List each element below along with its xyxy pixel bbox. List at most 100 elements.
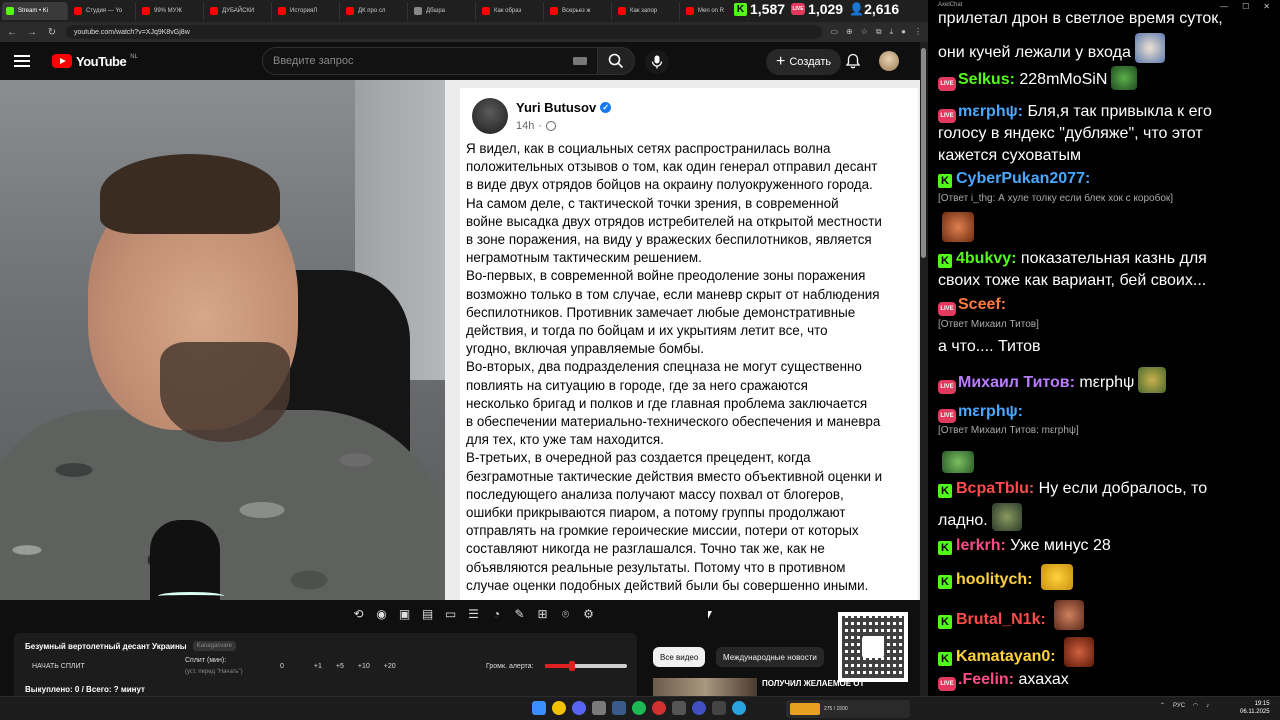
browser-tab[interactable]: ДУБАЙСКИ [206,2,272,20]
browser-tab[interactable]: Как образ [478,2,544,20]
chat-message: LIVE .Feelin: ахахах [938,669,1274,691]
chrome-icon[interactable] [552,701,566,715]
camera-icon[interactable]: ⌾ [557,606,574,623]
explorer-icon[interactable] [592,701,606,715]
step-button[interactable]: +10 [358,663,370,670]
youtube-logo[interactable]: YouTube NL [52,54,138,69]
step-button[interactable]: +20 [384,663,396,670]
chat-username[interactable]: Selkus: [958,71,1015,88]
folder-icon[interactable] [712,701,726,715]
search-button[interactable] [597,47,635,75]
reload-icon[interactable]: ↻ [46,27,58,38]
chat-username[interactable]: 4bukvy: [956,250,1016,267]
menu-dots-icon[interactable]: ⋮ [914,27,922,37]
wifi-icon[interactable]: ◠ [1193,702,1198,709]
panel-title-chip: Kanagasvare [192,641,236,651]
chat-username[interactable]: .Feelin: [958,671,1014,688]
speed-icon[interactable]: ◔ [488,606,505,623]
profile-icon[interactable]: ● [901,27,906,37]
download-icon[interactable]: ⤓ [890,27,894,37]
system-clock[interactable]: 19:15 06.11.2025 [1240,700,1270,716]
chat-emote-icon [991,503,1022,531]
streamer-hair [100,154,280,234]
bookmark-star-icon[interactable]: ☆ [861,27,868,37]
post-text-line: Во-первых, в современной войне преодолен… [466,268,866,284]
hamburger-menu-icon[interactable] [14,55,30,67]
alert-volume-slider[interactable] [545,661,627,671]
browser-tab[interactable]: Stream • Ki [2,2,68,20]
kick-viewers-stat: K 1,587 [734,1,785,17]
browser-tab[interactable]: ИсторияЛ [274,2,340,20]
extensions-icon[interactable]: ⧉ [876,27,882,37]
repeat-icon[interactable]: ⟲ [350,606,367,623]
browser-tab[interactable]: Студия — Yo [70,2,136,20]
screen-share-icon[interactable]: ▣ [396,606,413,623]
url-field[interactable]: youtube.com/watch?v=XJq9K8vGj8w [66,25,823,39]
kick-icon: K [734,2,747,16]
telegram-icon[interactable] [732,701,746,715]
settings-gear-icon[interactable]: ⚙ [580,606,597,623]
volume-icon[interactable]: ♪ [1206,703,1209,709]
browser-tab[interactable]: Всерьез ж [546,2,612,20]
zoom-icon[interactable]: ⊕ [846,27,853,37]
windows-taskbar: 275 / 1500 ⌃ РУС ◠ ♪ 19:15 06.11.2025 [0,696,1280,720]
recommended-video-thumbnail[interactable] [653,678,757,696]
obs-icon[interactable] [652,701,666,715]
picture-in-picture-icon[interactable]: ▭ [442,606,459,623]
clapperboard-icon[interactable]: ▤ [419,606,436,623]
broadcast-icon[interactable]: ◉ [373,606,390,623]
browser-tab[interactable]: Как запор [614,2,680,20]
tray-chevron-icon[interactable]: ⌃ [1160,702,1165,709]
chat-username[interactable]: Kamatayan0: [956,648,1056,665]
chip-world-news[interactable]: Международные новости [716,647,824,667]
chat-username[interactable]: Михаил Титов: [958,374,1075,391]
chat-username[interactable]: CyberPukan2077: [956,170,1090,187]
chat-message: LIVE Sceef: [938,294,1274,316]
media-player-icon[interactable] [692,701,706,715]
create-button[interactable]: + Создать [766,49,842,75]
chip-all-videos[interactable]: Все видео [653,647,706,667]
start-menu-icon[interactable] [532,701,546,715]
back-icon[interactable]: ← [6,27,18,38]
notifications-bell-icon[interactable] [845,53,861,69]
add-icon[interactable]: ⊞ [534,606,551,623]
page-scrollbar-thumb[interactable] [921,48,926,258]
cast-icon[interactable]: ▭ [830,27,838,37]
search-input[interactable] [273,55,573,67]
voice-search-button[interactable] [645,50,669,74]
chat-username[interactable]: BcpaTblu: [956,480,1034,497]
start-split-button[interactable]: НАЧАТЬ СПЛИТ [32,663,85,670]
app-icon[interactable] [672,701,686,715]
keyboard-icon[interactable] [573,57,587,65]
chat-username[interactable]: Sceef: [958,296,1006,313]
stats-icon[interactable]: ☰ [465,606,482,623]
chat-username[interactable]: Brutal_N1k: [956,611,1046,628]
chat-username[interactable]: mεrphψ: [958,403,1023,420]
qr-pattern [842,616,904,678]
chat-message: Klerkrh: Уже минус 28 [938,535,1274,557]
microphone-light-ring [158,592,224,600]
alert-volume-knob[interactable] [569,661,576,671]
language-indicator[interactable]: РУС [1173,703,1185,709]
chat-emote-icon [1138,367,1167,393]
browser-tab[interactable]: Дбшра [410,2,476,20]
post-author: Yuri Butusov ✓ [516,100,612,115]
chat-username[interactable]: mεrphψ: [958,103,1023,120]
browser-tab[interactable]: 99% МУЖ [138,2,204,20]
edit-icon[interactable]: ✎ [511,606,528,623]
chat-message: Khoolitych: [938,564,1274,591]
discord-icon[interactable] [572,701,586,715]
forward-icon[interactable]: → [26,27,38,38]
browser-tab[interactable]: ДК про сл [342,2,408,20]
tab-title: Stream • Ki [18,8,49,14]
recommended-video-title[interactable]: ПОЛУЧИЛ ЖЕЛАЕМОЕ ОТ [762,679,864,688]
step-button[interactable]: +5 [336,663,344,670]
video-player[interactable]: Yuri Butusov ✓ 14h · Я видел, как в соци… [0,80,920,600]
spotify-icon[interactable] [632,701,646,715]
step-button[interactable]: +1 [314,663,322,670]
steam-icon[interactable] [612,701,626,715]
chat-username[interactable]: lerkrh: [956,537,1006,554]
chat-emote-icon [1134,33,1165,63]
chat-username[interactable]: hoolitych: [956,571,1032,588]
account-avatar[interactable] [879,51,899,71]
